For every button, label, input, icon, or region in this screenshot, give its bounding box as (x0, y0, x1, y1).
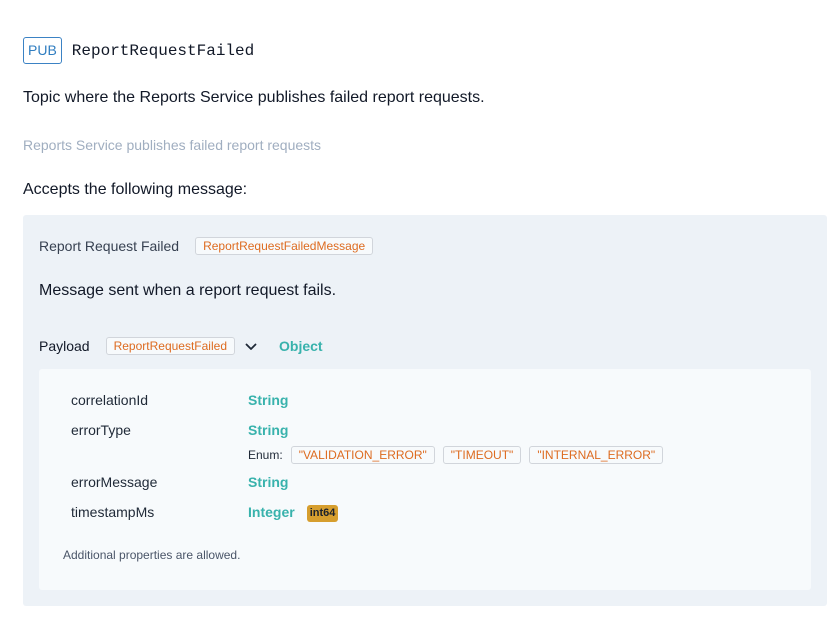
payload-type: Object (279, 338, 323, 354)
channel-header: PUB ReportRequestFailed (23, 37, 254, 64)
property-type: String (248, 392, 289, 408)
message-description: Message sent when a report request fails… (39, 282, 337, 299)
enum-value: "TIMEOUT" (442, 446, 522, 464)
property-row: errorMessage String (71, 474, 288, 490)
property-row: correlationId String (71, 392, 288, 408)
property-row: timestampMs Integer int64 (71, 504, 339, 522)
message-title: Report Request Failed (39, 238, 180, 254)
property-row: errorType String (71, 422, 288, 438)
format-badge: int64 (306, 505, 339, 522)
payload-label: Payload (39, 338, 90, 354)
chevron-down-icon[interactable] (245, 340, 257, 352)
enum-value: "INTERNAL_ERROR" (529, 446, 664, 464)
payload-schema-tag: ReportRequestFailed (105, 337, 235, 355)
enum-value: "VALIDATION_ERROR" (290, 446, 435, 464)
operation-badge: PUB (23, 37, 62, 64)
accepts-label: Accepts the following message: (23, 181, 248, 198)
property-type: String (248, 422, 289, 438)
property-name: correlationId (71, 392, 149, 408)
property-type: Integer (248, 504, 295, 520)
property-name: timestampMs (71, 504, 155, 520)
property-name: errorType (71, 422, 131, 438)
channel-description: Topic where the Reports Service publishe… (23, 89, 485, 106)
payload-row: Payload ReportRequestFailed Object (39, 337, 323, 355)
property-name: errorMessage (71, 474, 158, 490)
message-panel: Report Request Failed ReportRequestFaile… (23, 215, 827, 606)
property-type: String (248, 474, 289, 490)
enum-label: Enum: (248, 448, 283, 462)
channel-name: ReportRequestFailed (71, 41, 255, 60)
message-id-tag: ReportRequestFailedMessage (195, 237, 374, 255)
channel-summary: Reports Service publishes failed report … (23, 137, 322, 153)
payload-properties: correlationId String errorType String En… (39, 369, 811, 590)
message-header: Report Request Failed ReportRequestFaile… (39, 237, 374, 255)
enum-row: Enum: "VALIDATION_ERROR" "TIMEOUT" "INTE… (248, 446, 664, 464)
additional-properties-note: Additional properties are allowed. (63, 548, 241, 562)
